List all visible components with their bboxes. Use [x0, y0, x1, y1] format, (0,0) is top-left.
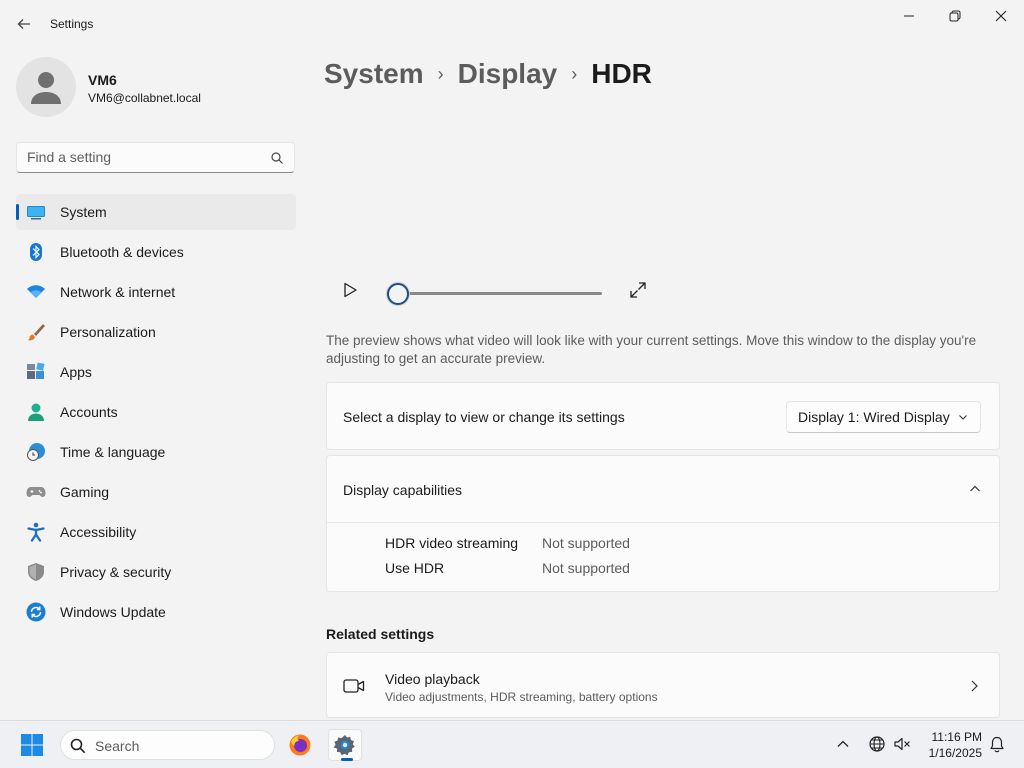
avatar[interactable]	[16, 57, 76, 117]
user-silhouette-icon	[31, 72, 61, 104]
capability-name: HDR video streaming	[385, 535, 519, 551]
chevron-down-icon	[959, 415, 967, 420]
accounts-icon	[26, 402, 46, 422]
display-dropdown[interactable]: Display 1: Wired Display	[786, 401, 981, 433]
capability-name: Use HDR	[385, 560, 445, 576]
clock-time: 11:16 PM	[931, 730, 982, 744]
gamepad-icon	[26, 482, 46, 502]
volume-muted-icon[interactable]	[893, 735, 911, 753]
sidebar-item-label: Accessibility	[60, 524, 137, 540]
breadcrumb-separator: ›	[437, 63, 444, 84]
chevron-up-icon[interactable]	[969, 484, 981, 494]
sidebar-item-label: Personalization	[60, 324, 156, 340]
sidebar-item-apps[interactable]: Apps	[16, 354, 296, 390]
app-title: Settings	[50, 17, 94, 31]
capability-value: Not supported	[542, 535, 630, 551]
sidebar-item-label: Privacy & security	[60, 564, 172, 580]
video-playback-title: Video playback	[385, 671, 480, 687]
clock-date: 1/16/2025	[928, 746, 982, 760]
breadcrumb: System › Display › HDR	[324, 58, 652, 90]
user-email: VM6@collabnet.local	[88, 91, 201, 105]
sidebar-item-label: Bluetooth & devices	[60, 244, 184, 260]
bluetooth-icon	[26, 242, 46, 262]
title-bar: Settings	[0, 0, 1024, 48]
sidebar-item-network[interactable]: Network & internet	[16, 274, 296, 310]
sidebar-item-label: Windows Update	[60, 604, 166, 620]
sidebar-item-label: Time & language	[60, 444, 166, 460]
notification-bell-icon[interactable]	[988, 735, 1006, 753]
wifi-icon	[26, 282, 46, 302]
taskbar-search-label: Search	[95, 738, 140, 754]
sidebar-item-windows-update[interactable]: Windows Update	[16, 594, 296, 630]
fullscreen-expand-icon[interactable]	[628, 280, 648, 300]
taskbar: Search 11:16 PM 1/16/2025	[0, 720, 1024, 768]
sidebar-nav: System Bluetooth & devices Network & int…	[16, 194, 296, 634]
back-arrow-icon	[17, 19, 30, 29]
back-button[interactable]	[12, 12, 36, 36]
sidebar-item-system[interactable]: System	[16, 194, 296, 230]
taskbar-firefox[interactable]	[283, 729, 317, 761]
taskbar-search[interactable]: Search	[60, 730, 275, 760]
search-icon[interactable]	[270, 151, 284, 165]
playback-slider-track[interactable]	[398, 292, 602, 295]
sidebar-item-label: Gaming	[60, 484, 110, 500]
page-title: HDR	[591, 58, 652, 89]
video-playback-link[interactable]: Video playback Video adjustments, HDR st…	[326, 652, 1000, 718]
related-settings-heading: Related settings	[326, 626, 435, 642]
sidebar-item-label: Accounts	[60, 404, 118, 420]
restore-button[interactable]	[932, 0, 978, 32]
display-capabilities-card: Display capabilities HDR video streaming…	[326, 455, 1000, 592]
settings-gear-icon	[333, 735, 355, 756]
sidebar-item-time-language[interactable]: Time & language	[16, 434, 296, 470]
display-capabilities-title: Display capabilities	[343, 482, 463, 498]
sidebar-item-accounts[interactable]: Accounts	[16, 394, 296, 430]
update-icon	[26, 602, 46, 622]
close-button[interactable]	[978, 0, 1024, 32]
capability-value: Not supported	[542, 560, 630, 576]
settings-search[interactable]	[16, 142, 295, 173]
network-globe-icon[interactable]	[868, 735, 886, 753]
windows-start-icon[interactable]	[20, 733, 44, 757]
user-name: VM6	[88, 72, 117, 88]
sidebar-item-bluetooth[interactable]: Bluetooth & devices	[16, 234, 296, 270]
system-icon	[26, 202, 46, 222]
preview-description: The preview shows what video will look l…	[326, 333, 977, 366]
playback-slider-thumb[interactable]	[387, 283, 409, 305]
firefox-icon	[289, 734, 311, 756]
active-app-indicator	[341, 758, 353, 761]
sidebar-item-privacy[interactable]: Privacy & security	[16, 554, 296, 590]
video-preview-player	[326, 270, 666, 314]
display-capabilities-header[interactable]: Display capabilities	[327, 456, 999, 523]
sidebar-item-label: System	[60, 204, 107, 220]
show-hidden-icons-chevron[interactable]	[836, 737, 850, 751]
sidebar-item-accessibility[interactable]: Accessibility	[16, 514, 296, 550]
accessibility-icon	[26, 522, 46, 542]
settings-search-input[interactable]	[27, 149, 257, 165]
minimize-button[interactable]	[886, 0, 932, 32]
search-icon	[70, 738, 86, 754]
play-icon[interactable]	[340, 280, 360, 300]
chevron-right-icon	[971, 680, 978, 692]
breadcrumb-display[interactable]: Display	[458, 58, 558, 90]
restore-icon	[949, 10, 961, 22]
sidebar-item-gaming[interactable]: Gaming	[16, 474, 296, 510]
breadcrumb-system[interactable]: System	[324, 58, 424, 90]
display-dropdown-value: Display 1: Wired Display	[798, 409, 950, 425]
video-playback-subtitle: Video adjustments, HDR streaming, batter…	[385, 690, 658, 704]
display-select-label: Select a display to view or change its s…	[343, 409, 625, 425]
breadcrumb-separator: ›	[571, 63, 578, 84]
sidebar-item-label: Network & internet	[60, 284, 176, 300]
display-select-card: Select a display to view or change its s…	[326, 382, 1000, 450]
minimize-icon	[904, 15, 914, 17]
apps-icon	[26, 362, 46, 382]
clock-globe-icon	[26, 442, 46, 462]
close-icon	[995, 10, 1007, 22]
video-camera-icon	[343, 679, 365, 693]
taskbar-clock[interactable]: 11:16 PM 1/16/2025	[918, 729, 982, 761]
sidebar-item-personalization[interactable]: Personalization	[16, 314, 296, 350]
sidebar-item-label: Apps	[60, 364, 92, 380]
taskbar-settings[interactable]	[328, 729, 362, 761]
brush-icon	[26, 322, 46, 342]
shield-icon	[26, 562, 46, 582]
